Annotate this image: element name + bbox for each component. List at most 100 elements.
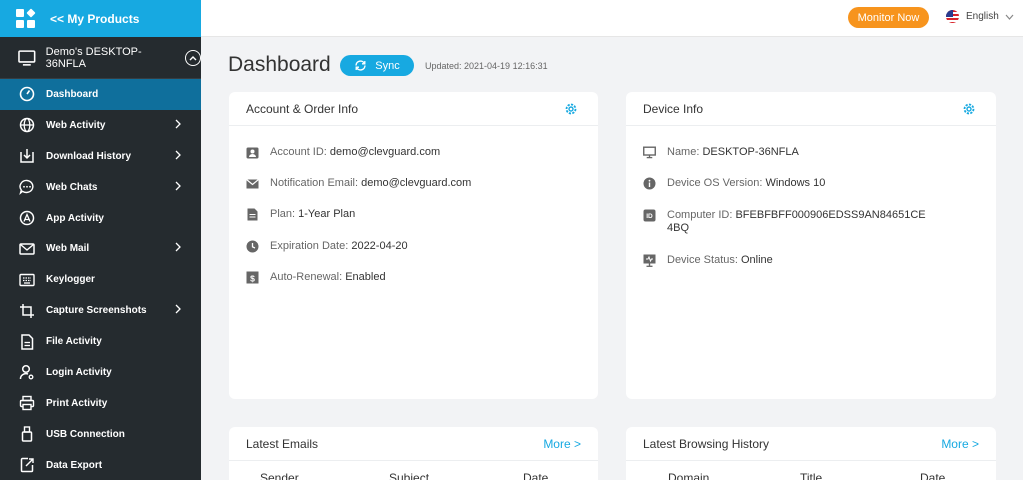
column-header: Date bbox=[523, 471, 549, 480]
dollar-icon: $ bbox=[246, 271, 259, 284]
sync-label: Sync bbox=[375, 59, 400, 72]
info-value-continued: 4BQ bbox=[667, 222, 690, 234]
my-products-link[interactable]: << My Products bbox=[0, 0, 201, 37]
user-key-icon bbox=[18, 363, 36, 381]
chevron-down-icon bbox=[1005, 14, 1014, 20]
sidebar-item-file-activity[interactable]: File Activity bbox=[0, 326, 201, 357]
info-row: Name: DESKTOP-36NFLA bbox=[643, 146, 799, 159]
sidebar-item-label: Data Export bbox=[46, 459, 103, 471]
card-title: Latest Browsing History bbox=[643, 436, 770, 451]
info-row: Notification Email: demo@clevguard.com bbox=[246, 177, 471, 190]
card-header: Account & Order Info bbox=[229, 92, 598, 126]
page-title: Dashboard bbox=[228, 53, 331, 76]
info-row: Plan: 1-Year Plan bbox=[246, 208, 355, 221]
sidebar-item-label: Login Activity bbox=[46, 366, 112, 378]
chevron-right-icon bbox=[175, 181, 181, 194]
info-row: Account ID: demo@clevguard.com bbox=[246, 146, 440, 159]
sidebar-item-label: Download History bbox=[46, 150, 132, 162]
monitor-now-button[interactable]: Monitor Now bbox=[848, 7, 929, 28]
sidebar-item-label: Web Activity bbox=[46, 119, 106, 131]
info-row: Device OS Version: Windows 10 bbox=[643, 177, 825, 190]
gear-icon[interactable] bbox=[564, 102, 578, 116]
sidebar-item-capture-screenshots[interactable]: Capture Screenshots bbox=[0, 295, 201, 326]
column-header: Domain bbox=[668, 471, 710, 480]
topbar: Monitor Now English bbox=[201, 0, 1023, 37]
language-selector[interactable]: English bbox=[946, 10, 1014, 23]
sidebar-item-web-mail[interactable]: Web Mail bbox=[0, 233, 201, 264]
account-order-card: Account & Order Info Account ID: demo@cl… bbox=[229, 92, 598, 399]
sidebar-item-label: Web Chats bbox=[46, 181, 98, 193]
column-header: Sender bbox=[260, 471, 299, 480]
column-header: Date bbox=[920, 471, 946, 480]
crop-icon bbox=[18, 302, 36, 320]
info-value: 2022-04-20 bbox=[351, 240, 408, 252]
my-products-label: << My Products bbox=[50, 11, 140, 26]
info-key: Expiration Date: bbox=[270, 240, 352, 252]
sidebar-item-data-export[interactable]: Data Export bbox=[0, 450, 201, 480]
chevron-up-icon[interactable] bbox=[185, 49, 201, 66]
id-badge-icon: ID bbox=[643, 209, 656, 222]
card-header: Latest Browsing History More > bbox=[626, 427, 996, 461]
card-title: Latest Emails bbox=[246, 436, 319, 451]
column-header: Subject bbox=[389, 471, 430, 480]
info-value: demo@clevguard.com bbox=[361, 177, 472, 189]
info-value: 1-Year Plan bbox=[298, 208, 356, 220]
chevron-right-icon bbox=[175, 150, 181, 163]
status-monitor-icon bbox=[643, 254, 656, 267]
card-header: Latest Emails More > bbox=[229, 427, 598, 461]
info-key: Computer ID: bbox=[667, 209, 736, 221]
info-key: Name: bbox=[667, 146, 703, 158]
monitor-icon bbox=[643, 146, 656, 159]
desktop-icon bbox=[18, 49, 36, 66]
column-header: Title bbox=[800, 471, 823, 480]
clock-icon bbox=[246, 240, 259, 253]
sidebar-item-print-activity[interactable]: Print Activity bbox=[0, 388, 201, 419]
more-link[interactable]: More > bbox=[543, 437, 581, 451]
svg-text:$: $ bbox=[250, 274, 255, 284]
device-selector[interactable]: Demo's DESKTOP-36NFLA bbox=[0, 37, 201, 79]
sidebar-item-download-history[interactable]: Download History bbox=[0, 141, 201, 172]
sidebar-item-web-activity[interactable]: Web Activity bbox=[0, 110, 201, 141]
file-icon bbox=[18, 333, 36, 351]
id-card-icon bbox=[246, 146, 259, 159]
keyboard-icon bbox=[18, 271, 36, 289]
info-row: Device Status: Online bbox=[643, 254, 773, 267]
sync-button[interactable]: Sync bbox=[340, 55, 414, 76]
sidebar-item-label: App Activity bbox=[46, 212, 104, 224]
sidebar-item-label: File Activity bbox=[46, 336, 102, 348]
sidebar-item-web-chats[interactable]: Web Chats bbox=[0, 172, 201, 203]
globe-icon bbox=[18, 116, 36, 134]
updated-timestamp: Updated: 2021-04-19 12:16:31 bbox=[425, 61, 548, 71]
more-link[interactable]: More > bbox=[941, 437, 979, 451]
info-value: Online bbox=[740, 254, 773, 266]
info-row: $ Auto-Renewal: Enabled bbox=[246, 271, 386, 284]
svg-text:ID: ID bbox=[646, 213, 653, 220]
chevron-right-icon bbox=[175, 304, 181, 317]
sidebar-item-keylogger[interactable]: Keylogger bbox=[0, 264, 201, 295]
sidebar-item-label: Web Mail bbox=[46, 243, 90, 255]
card-title: Device Info bbox=[643, 101, 704, 116]
card-title: Account & Order Info bbox=[246, 101, 359, 116]
us-flag-icon bbox=[946, 10, 959, 23]
export-icon bbox=[18, 456, 36, 474]
info-key: Device Status: bbox=[667, 254, 741, 266]
download-icon bbox=[18, 147, 36, 165]
gear-icon[interactable] bbox=[962, 102, 976, 116]
sidebar-item-label: Print Activity bbox=[46, 397, 108, 409]
sidebar-item-login-activity[interactable]: Login Activity bbox=[0, 357, 201, 388]
info-row: Expiration Date: 2022-04-20 bbox=[246, 240, 408, 253]
info-value: Enabled bbox=[345, 271, 386, 283]
gauge-icon bbox=[18, 85, 36, 103]
sidebar-item-app-activity[interactable]: App Activity bbox=[0, 203, 201, 234]
info-value: BFEBFBFF000906EDSS9AN84651CE bbox=[735, 209, 926, 221]
envelope-icon bbox=[246, 177, 259, 190]
sidebar-item-usb-connection[interactable]: USB Connection bbox=[0, 419, 201, 450]
chevron-right-icon bbox=[175, 119, 181, 132]
sidebar-item-label: Dashboard bbox=[46, 88, 99, 100]
device-name: Demo's DESKTOP-36NFLA bbox=[45, 45, 142, 70]
info-row: ID Computer ID: BFEBFBFF000906EDSS9AN8465… bbox=[643, 209, 926, 235]
sidebar-item-label: USB Connection bbox=[46, 428, 125, 440]
printer-icon bbox=[18, 394, 36, 412]
sidebar-item-dashboard[interactable]: Dashboard bbox=[0, 79, 201, 110]
info-value: Windows 10 bbox=[765, 177, 826, 189]
